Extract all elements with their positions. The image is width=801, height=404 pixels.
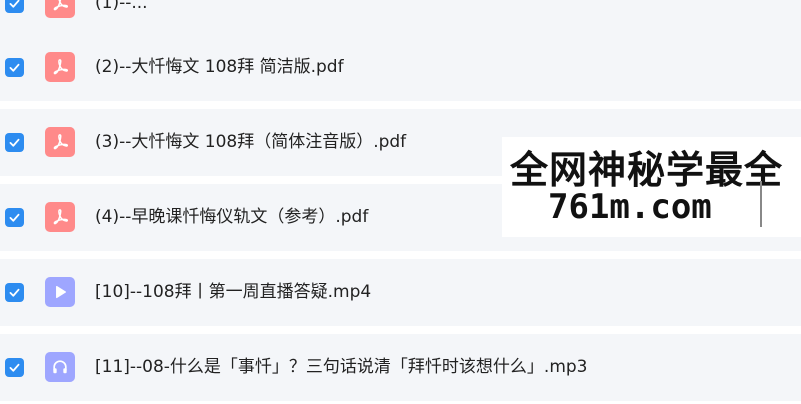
pdf-file-icon	[45, 127, 75, 157]
file-row[interactable]: [11]--08-什么是「事忏」？三句话说清「拜忏时该想什么」.mp3	[0, 334, 801, 401]
headphones-file-icon	[45, 352, 75, 382]
file-name: (4)--早晚课忏悔仪轨文（参考）.pdf	[95, 207, 369, 227]
file-name: [11]--08-什么是「事忏」？三句话说清「拜忏时该想什么」.mp3	[95, 357, 588, 377]
file-row[interactable]: (1)--...	[0, 0, 801, 37]
file-row[interactable]: (2)--大忏悔文 108拜 简洁版.pdf	[0, 34, 801, 101]
file-checkbox[interactable]	[5, 133, 24, 152]
watermark-banner: 全网神秘学最全 761m.com	[502, 137, 801, 237]
pdf-file-icon	[45, 52, 75, 82]
check-icon	[9, 138, 20, 147]
video-file-icon	[45, 277, 75, 307]
watermark-title: 全网神秘学最全	[510, 148, 784, 192]
file-name: (2)--大忏悔文 108拜 简洁版.pdf	[95, 57, 344, 77]
file-checkbox[interactable]	[5, 0, 24, 13]
check-icon	[9, 363, 20, 372]
check-icon	[9, 288, 20, 297]
file-name: (1)--...	[95, 0, 148, 13]
file-checkbox[interactable]	[5, 58, 24, 77]
file-row[interactable]: [10]--108拜丨第一周直播答疑.mp4	[0, 259, 801, 326]
check-icon	[9, 63, 20, 72]
check-icon	[9, 0, 20, 8]
file-name: [10]--108拜丨第一周直播答疑.mp4	[95, 282, 372, 302]
file-name: (3)--大忏悔文 108拜（简体注音版）.pdf	[95, 132, 407, 152]
watermark-url: 761m.com	[548, 187, 712, 227]
pdf-file-icon	[45, 202, 75, 232]
file-checkbox[interactable]	[5, 283, 24, 302]
file-checkbox[interactable]	[5, 358, 24, 377]
file-checkbox[interactable]	[5, 208, 24, 227]
pdf-file-icon	[45, 0, 75, 18]
text-cursor-bar	[760, 181, 762, 227]
check-icon	[9, 213, 20, 222]
